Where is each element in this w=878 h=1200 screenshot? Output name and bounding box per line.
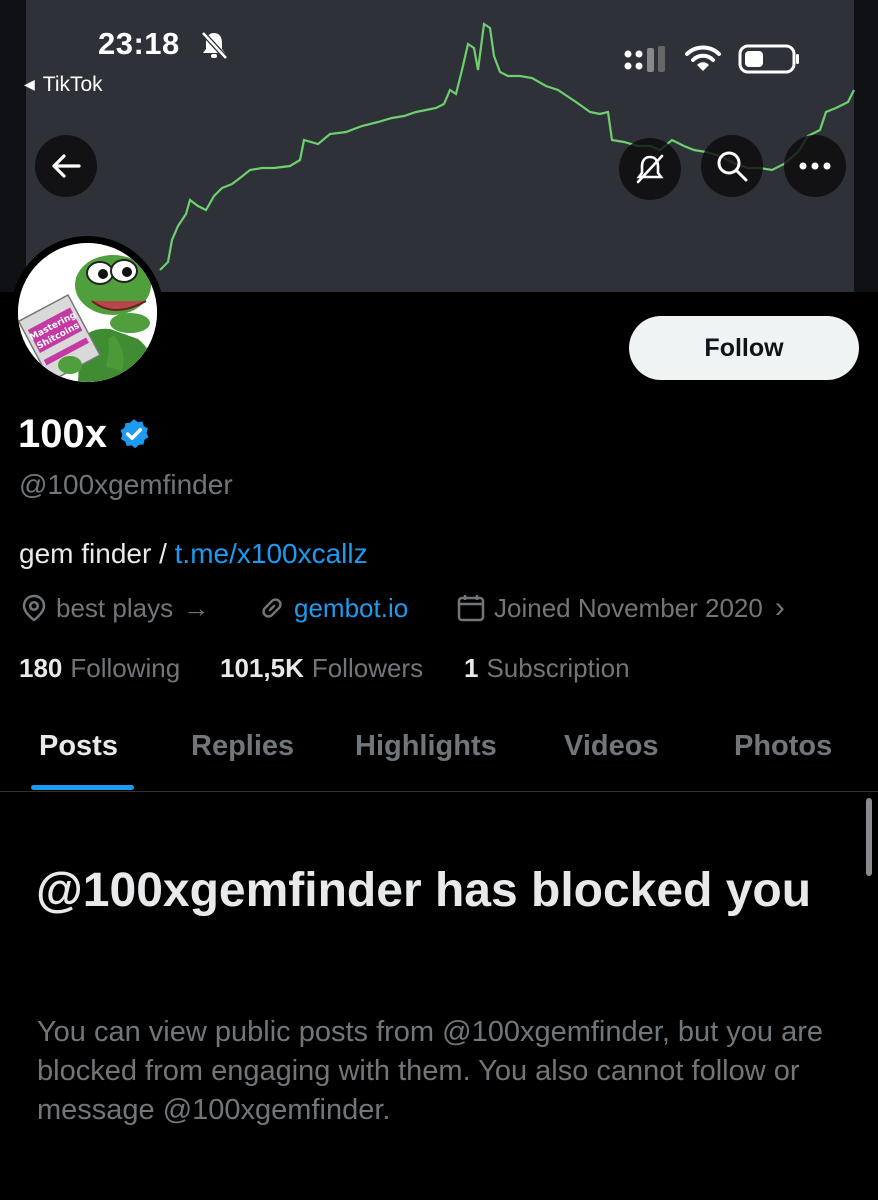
profile-bio: gem finder / t.me/x100xcallz: [19, 538, 368, 569]
tab-posts[interactable]: Posts: [39, 728, 118, 764]
signal-icon: [624, 46, 665, 72]
bell-off-icon: [201, 31, 228, 60]
bell-slash-icon: [636, 154, 664, 184]
profile-joined-date[interactable]: Joined November 2020 ›: [456, 592, 785, 624]
display-name: 100x: [18, 410, 151, 458]
bio-link[interactable]: t.me/x100xcallz: [175, 538, 368, 569]
tab-highlights[interactable]: Highlights: [355, 728, 497, 764]
back-button[interactable]: [35, 135, 97, 197]
scrollbar[interactable]: [866, 798, 872, 876]
tabs-divider: [0, 791, 878, 792]
battery-icon: [738, 44, 799, 74]
blocked-title: @100xgemfinder has blocked you: [36, 864, 812, 917]
active-tab-indicator: [31, 785, 134, 790]
follow-button[interactable]: Follow: [629, 316, 859, 380]
search-icon: [717, 151, 748, 182]
more-options-button[interactable]: [784, 135, 846, 197]
notifications-off-button[interactable]: [619, 138, 681, 200]
wifi-icon: [685, 45, 721, 71]
tab-videos[interactable]: Videos: [564, 728, 659, 764]
link-icon: [262, 598, 282, 618]
location-pin-icon: [22, 594, 46, 622]
calendar-icon: [457, 595, 485, 622]
back-triangle-icon: ◀: [24, 76, 35, 92]
profile-handle: @100xgemfinder: [19, 469, 233, 500]
followers-stat[interactable]: 101,5K Followers: [220, 652, 423, 684]
profile-banner: 23:18 ◀ TikTok: [0, 0, 878, 292]
location-arrow-icon: →: [183, 593, 210, 623]
back-to-app[interactable]: ◀ TikTok: [24, 72, 103, 97]
avatar-image: Mastering Shitcoins: [18, 243, 157, 382]
following-stat[interactable]: 180 Following: [19, 652, 180, 684]
tab-replies[interactable]: Replies: [191, 728, 294, 764]
verified-badge-icon[interactable]: [117, 417, 151, 451]
subscription-stat[interactable]: 1 Subscription: [464, 652, 630, 684]
chevron-right-icon: ›: [774, 591, 785, 624]
profile-location: best plays →: [20, 592, 209, 624]
profile-avatar[interactable]: Mastering Shitcoins: [11, 236, 164, 389]
more-icon: [799, 162, 831, 170]
search-button[interactable]: [701, 135, 763, 197]
blocked-message: You can view public posts from @100xgemf…: [37, 1016, 824, 1126]
back-arrow-icon: [52, 154, 81, 178]
pepe-avatar-illustration: Mastering Shitcoins: [18, 243, 157, 382]
status-time: 23:18: [98, 26, 180, 61]
profile-website[interactable]: gembot.io: [258, 592, 408, 624]
tab-photos[interactable]: Photos: [734, 728, 832, 764]
